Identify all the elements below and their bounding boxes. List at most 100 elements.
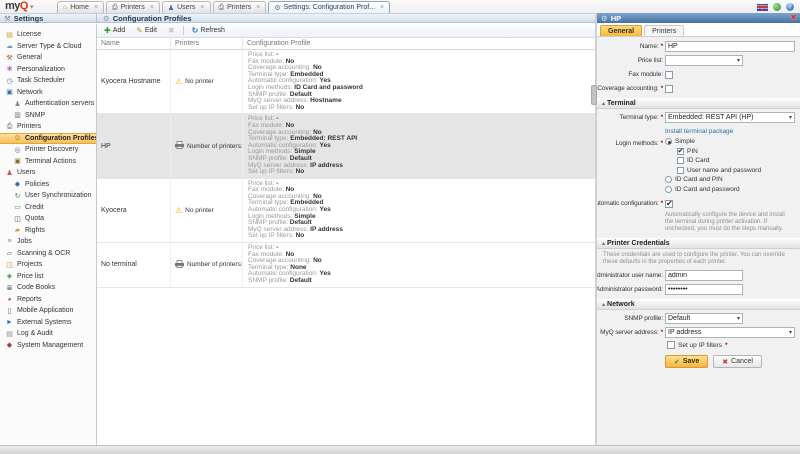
login-method-option[interactable]: PIN [677,148,761,155]
login-option-control[interactable] [677,167,684,174]
dropdown-arrow-icon [789,329,792,336]
profile-detail-line: Set up IP filters: No [248,233,595,240]
network-section-header[interactable]: Network [597,299,800,310]
administrator-user-name-field[interactable] [665,270,743,281]
login-option-control[interactable] [677,148,684,155]
app-tab[interactable]: Home [57,1,104,13]
server-status-icon[interactable] [773,3,781,11]
topbar-corner-icons [757,3,794,11]
sidebar-item[interactable]: Price list [0,271,96,283]
sidebar-item[interactable]: Credit [0,202,96,214]
sidebar-item[interactable]: Rights [0,225,96,237]
sidebar-item[interactable]: Server Type & Cloud [0,41,96,53]
sidebar-item-label: System Management [17,342,83,349]
login-option-label: ID Card and PIN [675,176,723,183]
sidebar-item[interactable]: Scanning & OCR [0,248,96,260]
sidebar-item[interactable]: User Synchronization [0,190,96,202]
language-flag-icon[interactable] [757,4,768,11]
tab-close-icon[interactable] [94,4,98,11]
edit-button[interactable]: Edit [133,25,160,36]
price-list-select[interactable] [665,55,743,66]
save-button[interactable]: Save [665,355,708,368]
login-option-control[interactable] [665,186,672,193]
row-profile-details: Price list: - Fax module: No Coverage ac… [243,50,595,113]
sidebar-item[interactable]: SNMP [0,110,96,122]
automatic-configuration-checkbox[interactable] [665,200,673,208]
sidebar-item[interactable]: Quota [0,213,96,225]
help-icon[interactable] [786,3,794,11]
sidebar-item[interactable]: Jobs [0,236,96,248]
table-row[interactable]: No terminal Number of printers: 35 Price… [97,243,595,288]
login-option-control[interactable] [665,176,672,183]
tab-close-icon[interactable] [150,4,154,11]
app-tab[interactable]: Users [162,1,211,13]
login-option-label: ID Card and password [675,186,740,193]
setup-ip-filters-checkbox[interactable] [667,341,675,349]
table-row[interactable]: HP Number of printers: 1 Price list: - F… [97,114,595,178]
app-tab[interactable]: Printers [106,1,160,13]
delete-button[interactable] [165,25,178,36]
myq-server-address-select[interactable]: IP address [665,327,795,338]
login-method-option[interactable]: ID Card and password [665,186,761,193]
sidebar-item[interactable]: Configuration Profiles [0,133,96,145]
administrator-password-field[interactable] [665,284,743,295]
terminal-type-select[interactable]: Embedded: REST API (HP) [665,112,795,123]
panel-tab[interactable]: Printers [644,25,684,36]
login-method-option[interactable]: User name and password [677,167,761,174]
sidebar-item[interactable]: Projects [0,259,96,271]
printer-credentials-section-header[interactable]: Printer Credentials [597,238,800,249]
login-method-option[interactable]: ID Card and PIN [665,176,761,183]
panel-tabs: General Printers [597,24,800,37]
app-tab[interactable]: Printers [213,1,267,13]
login-option-control[interactable] [665,138,672,145]
name-field[interactable] [665,41,795,52]
fax-module-checkbox[interactable] [665,71,673,79]
sidebar-item[interactable]: Users [0,167,96,179]
sidebar-item[interactable]: License [0,29,96,41]
login-option-control[interactable] [677,157,684,164]
toolbar-separator [183,26,184,35]
install-terminal-package-link[interactable]: Install terminal package [665,128,733,135]
login-method-option[interactable]: Simple [665,138,761,145]
logo-dropdown-caret[interactable]: ▾ [30,4,33,11]
table-row[interactable]: Kyocera No printer Price list: - Fax mod… [97,179,595,243]
login-method-option[interactable]: ID Card [677,157,761,164]
sidebar-item[interactable]: General [0,52,96,64]
tab-close-icon[interactable] [200,4,204,11]
tab-close-icon[interactable] [256,4,260,11]
myq-logo[interactable]: myQ▾ [5,0,33,13]
column-header-profile[interactable]: Configuration Profile [243,38,595,49]
panel-tab[interactable]: General [600,25,642,36]
sidebar-item[interactable]: Policies [0,179,96,191]
tab-icon [274,4,280,12]
column-header-name[interactable]: Name [97,38,171,49]
panel-tab-label: General [608,28,634,35]
cancel-button[interactable]: Cancel [713,355,762,368]
sidebar-item[interactable]: Task Scheduler [0,75,96,87]
sidebar-item[interactable]: Reports [0,294,96,306]
sidebar-item[interactable]: Network [0,87,96,99]
panel-close-icon[interactable] [790,13,797,23]
app-tab[interactable]: Settings: Configuration Prof... [268,1,390,13]
tab-close-icon[interactable] [380,4,384,11]
sidebar-item[interactable]: System Management [0,340,96,352]
refresh-button[interactable]: Refresh [189,25,228,36]
add-button[interactable]: Add [101,25,128,36]
sidebar-item[interactable]: Mobile Application [0,305,96,317]
sidebar-item[interactable]: Log & Audit [0,328,96,340]
coverage-accounting-checkbox[interactable] [665,85,673,93]
sidebar-item[interactable]: Personalization [0,64,96,76]
printer-status: No printer [185,207,214,214]
sidebar-item-icon [13,100,22,108]
sidebar-item-label: SNMP [25,112,45,119]
sidebar-item[interactable]: Terminal Actions [0,156,96,168]
terminal-section-header[interactable]: Terminal [597,98,800,109]
sidebar-item[interactable]: Printers [0,121,96,133]
snmp-profile-select[interactable]: Default [665,313,743,324]
sidebar-item[interactable]: Authentication servers [0,98,96,110]
table-row[interactable]: Kyocera Hostname No printer Price list: … [97,50,595,114]
sidebar-item[interactable]: Printer Discovery [0,144,96,156]
sidebar-item[interactable]: External Systems [0,317,96,329]
sidebar-item[interactable]: Code Books [0,282,96,294]
column-header-printers[interactable]: Printers [171,38,243,49]
